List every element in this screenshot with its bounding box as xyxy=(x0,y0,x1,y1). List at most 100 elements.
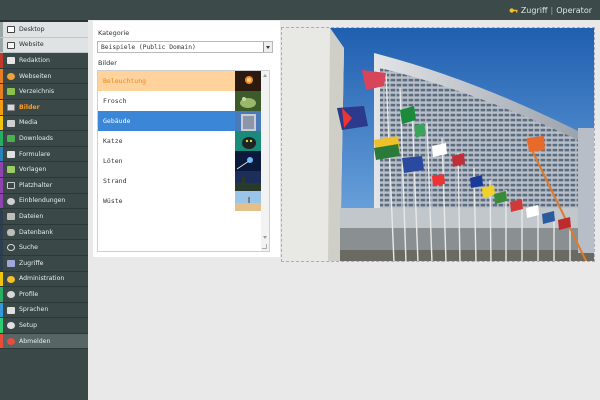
sidebar-color-bar xyxy=(0,318,3,333)
sidebar-item-label: Einblendungen xyxy=(19,197,66,205)
image-picker-panel: Kategorie Beispiele (Public Domain) Bild… xyxy=(93,21,280,257)
scroll-down-icon[interactable] xyxy=(263,236,267,239)
thumbnail-beach[interactable] xyxy=(235,171,262,191)
list-item[interactable]: Gebäude xyxy=(98,111,235,131)
pages-icon xyxy=(7,72,15,80)
sidebar-item-label: Dateien xyxy=(19,212,44,220)
files-icon xyxy=(7,213,15,221)
category-select[interactable]: Beispiele (Public Domain) xyxy=(97,41,273,53)
desktop-icon xyxy=(7,26,15,33)
sidebar-item-label: Platzhalter xyxy=(19,181,53,189)
list-item[interactable]: Katze xyxy=(98,131,235,151)
sidebar-item-suche[interactable]: Suche xyxy=(0,240,88,256)
sidebar-color-bar xyxy=(0,53,3,68)
sidebar-color-bar xyxy=(0,193,3,209)
image-list[interactable]: Beleuchtung Frosch Gebäude Katze Löten S… xyxy=(97,70,270,252)
sidebar-item-label: Vorlagen xyxy=(19,166,47,174)
thumbnail-frog[interactable] xyxy=(235,91,262,111)
sidebar-item-abmelden[interactable]: Abmelden xyxy=(0,333,88,350)
list-scrollbar[interactable] xyxy=(261,71,269,251)
sidebar-item-label: Datenbank xyxy=(19,228,53,236)
sidebar-color-bar xyxy=(0,162,3,177)
sidebar-item-label: Suche xyxy=(19,244,38,252)
resize-grip-icon[interactable] xyxy=(262,244,267,249)
sidebar-item-label: Administration xyxy=(19,275,65,283)
profile-icon xyxy=(7,291,15,299)
sidebar-item-redaktion[interactable]: Redaktion xyxy=(0,53,88,69)
sidebar-item-datenbank[interactable]: Datenbank xyxy=(0,224,88,241)
key-icon xyxy=(509,8,518,13)
sidebar-item-desktop[interactable]: Desktop xyxy=(0,22,88,38)
thumbnail-lighting[interactable] xyxy=(235,71,262,91)
edit-icon xyxy=(7,57,15,65)
sidebar-item-website[interactable]: Website xyxy=(0,37,88,54)
scroll-up-icon[interactable] xyxy=(263,74,267,77)
sidebar-item-bilder[interactable]: Bilder xyxy=(0,99,88,116)
sidebar-item-verzeichnis[interactable]: Verzeichnis xyxy=(0,84,88,100)
sidebar-item-webseiten[interactable]: Webseiten xyxy=(0,68,88,85)
sidebar-color-bar xyxy=(0,287,3,302)
header-separator: | xyxy=(550,6,554,15)
sidebar-item-label: Webseiten xyxy=(19,72,52,80)
list-item[interactable]: Strand xyxy=(98,171,235,191)
sidebar-item-label: Setup xyxy=(19,322,38,330)
thumbnail-desert[interactable] xyxy=(235,191,262,211)
list-item[interactable]: Wüste xyxy=(98,191,235,211)
sidebar-item-profile[interactable]: Profile xyxy=(0,287,88,303)
sidebar-item-einblendungen[interactable]: Einblendungen xyxy=(0,193,88,210)
sidebar-color-bar xyxy=(0,271,3,287)
sidebar-item-label: Formulare xyxy=(19,150,51,158)
chevron-down-icon[interactable] xyxy=(263,42,272,52)
images-label: Bilder xyxy=(98,59,117,67)
placeholder-icon xyxy=(7,181,15,189)
category-label: Kategorie xyxy=(98,29,130,37)
sidebar-item-label: Media xyxy=(19,119,38,127)
sidebar-item-vorlagen[interactable]: Vorlagen xyxy=(0,162,88,178)
logout-icon xyxy=(7,337,15,345)
sidebar-item-administration[interactable]: Administration xyxy=(0,271,88,288)
sidebar-color-bar xyxy=(0,84,3,99)
sidebar-color-bar xyxy=(0,22,3,37)
user-name[interactable]: Operator xyxy=(556,6,592,15)
sidebar-item-downloads[interactable]: Downloads xyxy=(0,131,88,147)
sidebar-item-label: Desktop xyxy=(19,25,45,33)
sidebar-item-label: Sprachen xyxy=(19,306,49,314)
key-icon xyxy=(7,275,15,283)
sidebar-color-bar xyxy=(0,177,3,193)
sidebar-item-label: Profile xyxy=(19,290,39,298)
user-info: Zugriff | Operator xyxy=(509,6,592,15)
sidebar-color-bar xyxy=(0,302,3,318)
thumbnail-cat[interactable] xyxy=(235,131,262,151)
list-item[interactable]: Frosch xyxy=(98,91,235,111)
top-bar: Zugriff | Operator xyxy=(0,0,600,20)
sidebar-item-platzhalter[interactable]: Platzhalter xyxy=(0,177,88,194)
sidebar-color-bar xyxy=(0,209,3,224)
website-icon xyxy=(7,41,15,49)
list-item[interactable]: Löten xyxy=(98,151,235,171)
sidebar-item-label: Zugriffe xyxy=(19,259,44,267)
sidebar-item-dateien[interactable]: Dateien xyxy=(0,209,88,225)
category-select-value: Beispiele (Public Domain) xyxy=(101,44,196,51)
sidebar-color-bar xyxy=(0,146,3,162)
sidebar-item-label: Abmelden xyxy=(19,337,51,345)
list-item[interactable]: Beleuchtung xyxy=(98,71,235,91)
sidebar-item-formulare[interactable]: Formulare xyxy=(0,146,88,163)
access-link[interactable]: Zugriff xyxy=(521,6,548,15)
database-icon xyxy=(7,228,15,236)
sidebar-item-zugriffe[interactable]: Zugriffe xyxy=(0,255,88,272)
thumbnail-soldering[interactable] xyxy=(235,151,262,171)
sidebar-color-bar xyxy=(0,68,3,84)
sidebar-item-sprachen[interactable]: Sprachen xyxy=(0,302,88,319)
sidebar-color-bar xyxy=(0,255,3,271)
gear-icon xyxy=(7,322,15,330)
image-preview xyxy=(281,27,595,262)
sidebar-color-bar xyxy=(0,99,3,115)
sidebar-item-label: Redaktion xyxy=(19,56,50,64)
sidebar-item-media[interactable]: Media xyxy=(0,115,88,132)
sidebar-item-label: Bilder xyxy=(19,103,40,111)
templates-icon xyxy=(7,166,15,174)
thumbnail-building[interactable] xyxy=(235,111,262,131)
sidebar-item-setup[interactable]: Setup xyxy=(0,318,88,334)
building-with-flags-image xyxy=(282,28,594,261)
sidebar-color-bar xyxy=(0,115,3,131)
